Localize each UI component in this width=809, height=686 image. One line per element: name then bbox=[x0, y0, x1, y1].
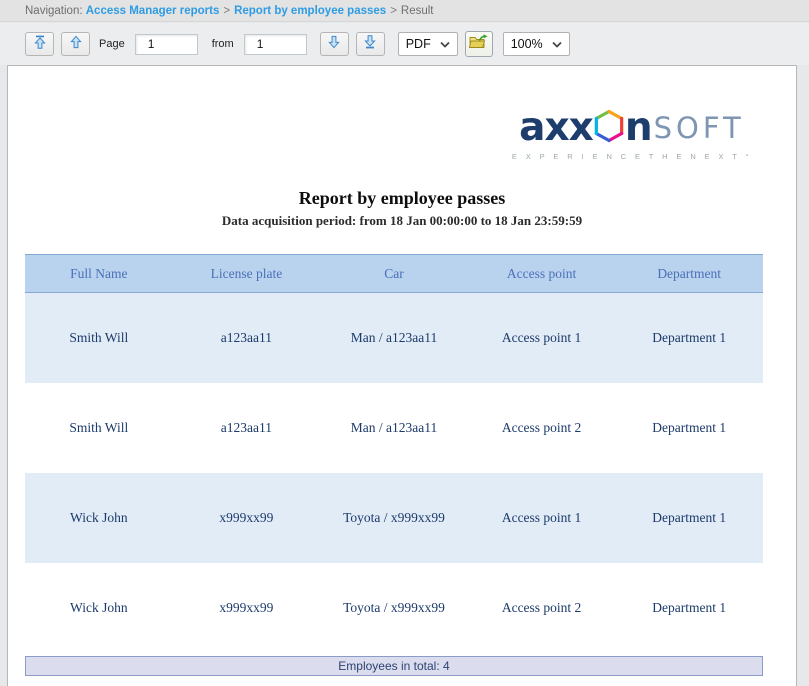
zoom-level-value: 100% bbox=[510, 37, 543, 51]
column-header-access-point: Access point bbox=[467, 254, 616, 293]
cell-department: Department 1 bbox=[652, 419, 727, 435]
breadcrumb-link-report-by-employee-passes[interactable]: Report by employee passes bbox=[234, 5, 386, 17]
breadcrumb-separator: > bbox=[223, 4, 231, 17]
cell-car: Man / a123aa11 bbox=[350, 419, 438, 435]
next-page-button[interactable] bbox=[319, 32, 349, 56]
chevron-down-icon bbox=[552, 41, 562, 48]
cell-license-plate: x999xx99 bbox=[172, 472, 321, 563]
export-format-value: PDF bbox=[405, 37, 431, 51]
first-page-button[interactable] bbox=[25, 32, 54, 56]
table-row: Wick John x999xx99 Toyota / x999xx99 Acc… bbox=[25, 472, 763, 563]
employees-total-bar: Employees in total: 4 bbox=[25, 655, 763, 676]
zoom-level-select[interactable]: 100% bbox=[502, 32, 570, 56]
employees-total-text: Employees in total: 4 bbox=[338, 658, 450, 673]
hexagon-logo-icon bbox=[594, 109, 624, 148]
cell-license-plate: a123aa11 bbox=[172, 292, 321, 383]
cell-access-point: Access point 1 bbox=[467, 472, 616, 563]
last-page-button[interactable] bbox=[355, 32, 385, 56]
arrow-down-to-bar-icon bbox=[362, 34, 378, 55]
cell-full-name: Wick John bbox=[70, 599, 128, 615]
cell-car: Man / a123aa11 bbox=[320, 292, 468, 383]
cell-department: Department 1 bbox=[615, 472, 763, 563]
report-toolbar: Page from PDF bbox=[0, 23, 809, 65]
total-pages-input[interactable] bbox=[243, 33, 307, 55]
from-label: from bbox=[211, 38, 234, 50]
cell-department: Department 1 bbox=[615, 292, 763, 383]
column-header-car: Car bbox=[320, 254, 468, 293]
cell-car: Toyota / x999xx99 bbox=[343, 599, 445, 615]
chevron-down-icon bbox=[440, 41, 450, 48]
cell-full-name: Smith Will bbox=[69, 419, 129, 435]
breadcrumb-separator: > bbox=[390, 4, 397, 17]
breadcrumb-link-access-manager-reports[interactable]: Access Manager reports bbox=[86, 5, 220, 17]
export-report-button[interactable] bbox=[464, 31, 493, 57]
page-number-input[interactable] bbox=[134, 33, 198, 55]
page-label: Page bbox=[99, 38, 125, 50]
cell-full-name: Wick John bbox=[25, 472, 173, 563]
table-header-row: Full Name License plate Car Access point… bbox=[25, 254, 763, 293]
cell-access-point: Access point 1 bbox=[467, 292, 616, 383]
passes-table: Full Name License plate Car Access point… bbox=[25, 254, 763, 653]
arrow-up-to-bar-icon bbox=[32, 34, 48, 55]
report-page: axx n SOFT E X P E R I E N C E T H E N E… bbox=[7, 65, 797, 686]
report-subtitle: Data acquisition period: from 18 Jan 00:… bbox=[221, 213, 583, 228]
column-header-department: Department bbox=[615, 254, 763, 293]
axxonsoft-logo: axx n SOFT E X P E R I E N C E T H E N E… bbox=[511, 105, 752, 162]
column-header-full-name: Full Name bbox=[25, 254, 173, 293]
cell-access-point: Access point 2 bbox=[501, 599, 582, 615]
cell-department: Department 1 bbox=[652, 599, 727, 615]
cell-license-plate: x999xx99 bbox=[219, 599, 274, 615]
export-folder-icon bbox=[469, 33, 488, 55]
table-row: Smith Will a123aa11 Man / a123aa11 Acces… bbox=[25, 292, 763, 383]
breadcrumb-current: Result bbox=[400, 4, 434, 17]
logo-text-soft: SOFT bbox=[653, 111, 745, 145]
column-header-license-plate: License plate bbox=[172, 254, 321, 293]
cell-access-point: Access point 2 bbox=[501, 419, 582, 435]
report-title: Report by employee passes bbox=[298, 188, 506, 208]
arrow-up-icon bbox=[68, 34, 84, 55]
cell-full-name: Smith Will bbox=[25, 292, 173, 383]
logo-text-axx: axx bbox=[519, 105, 594, 150]
breadcrumb: Navigation: Access Manager reports > Rep… bbox=[0, 0, 809, 22]
table-row: Wick John x999xx99 Toyota / x999xx99 Acc… bbox=[25, 563, 763, 653]
export-format-select[interactable]: PDF bbox=[397, 32, 458, 56]
table-row: Smith Will a123aa11 Man / a123aa11 Acces… bbox=[25, 383, 763, 473]
previous-page-button[interactable] bbox=[61, 32, 90, 56]
cell-license-plate: a123aa11 bbox=[220, 419, 272, 435]
arrow-down-icon bbox=[326, 34, 342, 55]
logo-tagline: E X P E R I E N C E T H E N E X T ° bbox=[511, 152, 752, 161]
logo-text-n: n bbox=[624, 105, 653, 150]
cell-car: Toyota / x999xx99 bbox=[320, 472, 468, 563]
breadcrumb-prefix: Navigation: bbox=[25, 4, 83, 17]
